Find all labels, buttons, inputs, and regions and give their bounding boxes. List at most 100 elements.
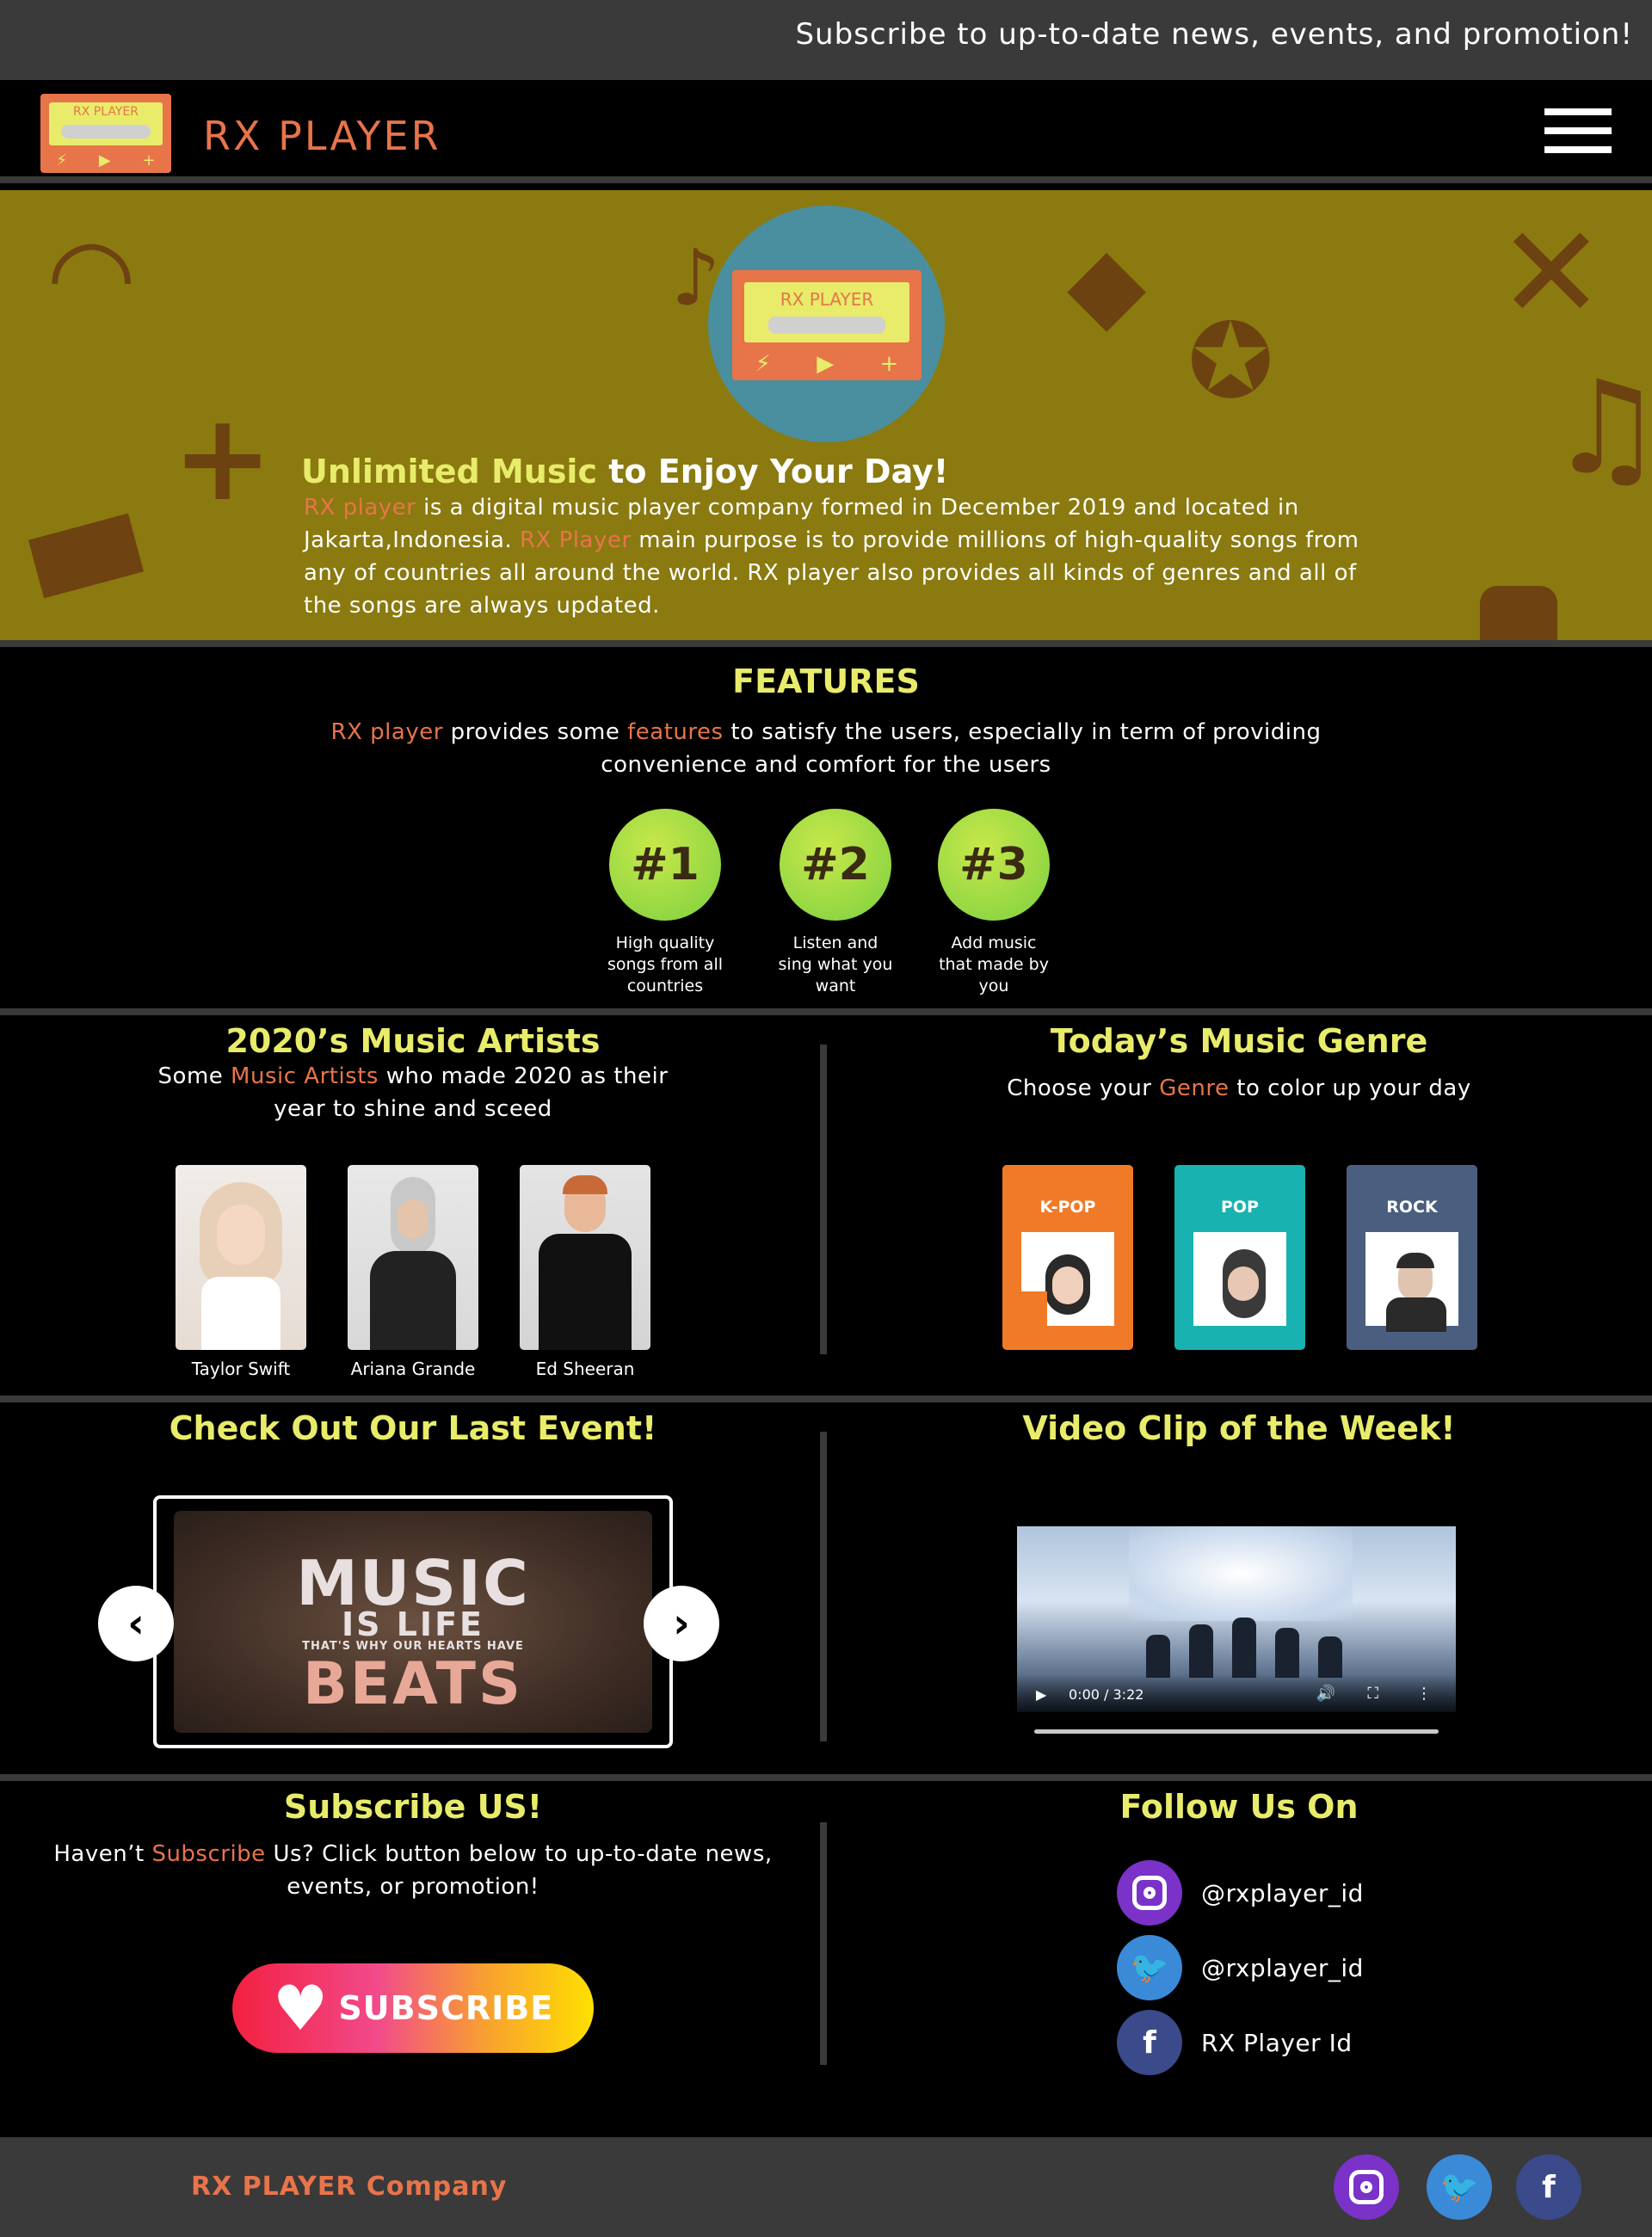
hero-title-rest: to Enjoy Your Day! (597, 453, 949, 490)
feature-caption: Listen and sing what you want (778, 934, 893, 995)
logo-text: RX PLAYER (73, 105, 139, 119)
artist-card[interactable]: Ariana Grande (348, 1165, 478, 1379)
footer-company-name: RX PLAYER Company (191, 2172, 508, 2202)
genre-label: K-POP (1039, 1198, 1096, 1217)
volume-icon[interactable]: 🔊 (1316, 1685, 1335, 1703)
genres-text: Choose your (1007, 1075, 1160, 1101)
subscribe-description: Haven’t Subscribe Us? Click button below… (52, 1838, 774, 1903)
artist-name: Taylor Swift (191, 1359, 291, 1379)
twitter-icon[interactable]: 🐦 (1427, 2154, 1492, 2220)
hamburger-menu-icon[interactable] (1544, 108, 1612, 153)
more-options-icon[interactable]: ⋮ (1416, 1685, 1432, 1703)
features-highlight: RX player (330, 719, 443, 745)
badge-icon: ✪ (1187, 302, 1274, 422)
column-divider (820, 1045, 827, 1354)
social-link-twitter[interactable]: 🐦 @rxplayer_id (1117, 1935, 1364, 2000)
feature-number: #1 (609, 809, 721, 921)
features-title: FEATURES (732, 662, 920, 700)
hero-title-highlight: Unlimited Music (301, 453, 597, 490)
feature-item[interactable]: #1 High quality songs from all countries (605, 809, 725, 997)
subscribe-button[interactable]: ♥ SUBSCRIBE (232, 1963, 594, 2053)
subscribe-highlight: Subscribe (151, 1841, 266, 1867)
feature-item[interactable]: #3 Add music that made by you (934, 809, 1054, 997)
video-title: Video Clip of the Week! (1022, 1409, 1456, 1447)
genre-cover (1193, 1232, 1286, 1326)
feature-caption: Add music that made by you (939, 934, 1049, 995)
social-link-facebook[interactable]: f RX Player Id (1117, 2010, 1353, 2075)
subscribe-banner-text[interactable]: Subscribe to up-to-date news, events, an… (795, 17, 1633, 52)
social-handle: RX Player Id (1201, 2028, 1353, 2057)
hero-brand-highlight: RX Player (519, 527, 632, 553)
heart-icon: ♥ (272, 1972, 329, 2044)
feature-item[interactable]: #2 Listen and sing what you want (775, 809, 896, 997)
instagram-icon (1117, 1860, 1182, 1926)
video-light (1129, 1526, 1353, 1621)
genre-cover (1365, 1232, 1458, 1332)
cassette-logo-icon[interactable]: RX PLAYER ⚡ ▶ + (40, 94, 171, 173)
feature-number: #2 (780, 809, 891, 921)
genres-highlight: Genre (1159, 1075, 1230, 1101)
artists-title: 2020’s Music Artists (225, 1022, 601, 1060)
brand-name[interactable]: RX PLAYER (203, 113, 441, 159)
facebook-icon: f (1117, 2010, 1182, 2075)
site-header: RX PLAYER ⚡ ▶ + RX PLAYER (0, 80, 1652, 183)
fullscreen-icon[interactable]: ⛶ (1367, 1685, 1378, 1703)
artist-name: Ariana Grande (350, 1359, 476, 1379)
column-divider (820, 1822, 827, 2065)
column-divider (820, 1432, 827, 1741)
music-note-icon: ♫ (1549, 354, 1652, 503)
cassette-logo-icon: RX PLAYER ⚡ ▶ + (732, 270, 922, 380)
facebook-icon[interactable]: f (1516, 2154, 1581, 2220)
genre-cover (1021, 1232, 1114, 1326)
instagram-icon[interactable] (1334, 2154, 1399, 2220)
subscribe-text: Haven’t (53, 1841, 152, 1867)
carousel-next-button[interactable]: › (644, 1586, 719, 1661)
social-handle: @rxplayer_id (1201, 1878, 1364, 1907)
feature-number: #3 (938, 809, 1050, 921)
artists-description: Some Music Artists who made 2020 as thei… (138, 1060, 688, 1125)
follow-title: Follow Us On (1119, 1788, 1359, 1826)
artist-photo (348, 1165, 478, 1350)
play-icon[interactable]: ▶ (1036, 1686, 1046, 1703)
event-image-text: IS LIFE (341, 1605, 484, 1643)
chevron-right-icon: › (673, 1599, 690, 1648)
artist-card[interactable]: Taylor Swift (176, 1165, 306, 1379)
genre-card-rock[interactable]: ROCK (1347, 1165, 1477, 1350)
features-text: provides some (442, 719, 628, 745)
carousel-prev-button[interactable]: ‹ (98, 1586, 174, 1661)
event-carousel[interactable]: MUSIC IS LIFE THAT'S WHY OUR HEARTS HAVE… (153, 1495, 673, 1748)
site-footer: RX PLAYER Company 🐦 f (0, 2137, 1652, 2237)
x-icon: ✕ (1497, 199, 1606, 348)
social-link-instagram[interactable]: @rxplayer_id (1117, 1860, 1364, 1926)
subscribe-text: Us? Click button below to up-to-date new… (265, 1841, 773, 1900)
event-image: MUSIC IS LIFE THAT'S WHY OUR HEARTS HAVE… (174, 1511, 652, 1733)
features-highlight: features (627, 719, 724, 745)
feature-caption: High quality songs from all countries (607, 934, 724, 995)
artist-card[interactable]: Ed Sheeran (520, 1165, 650, 1379)
section-divider (0, 640, 1652, 647)
section-divider (0, 1774, 1652, 1781)
shape-icon: ◆ (1067, 225, 1147, 344)
genres-description: Choose your Genre to color up your day (895, 1072, 1583, 1105)
artist-name: Ed Sheeran (535, 1359, 635, 1379)
video-player[interactable]: ▶ 0:00 / 3:22 🔊 ⛶ ⋮ (1017, 1526, 1456, 1712)
video-band-silhouettes (1146, 1618, 1344, 1678)
video-controls: ▶ 0:00 / 3:22 🔊 ⛶ ⋮ (1017, 1674, 1456, 1712)
genre-card-kpop[interactable]: K-POP (1002, 1165, 1133, 1350)
hero-brand-highlight: RX player (304, 495, 416, 521)
event-title: Check Out Our Last Event! (169, 1409, 657, 1447)
genre-card-pop[interactable]: POP (1174, 1165, 1305, 1350)
card-shape (28, 513, 145, 599)
genres-title: Today’s Music Genre (1050, 1022, 1428, 1060)
video-progress-bar[interactable] (1034, 1729, 1439, 1734)
subscribe-title: Subscribe US! (283, 1788, 543, 1826)
twitter-icon: 🐦 (1117, 1935, 1182, 2000)
chevron-left-icon: ‹ (127, 1599, 145, 1648)
hero-logo-circle: RX PLAYER ⚡ ▶ + (708, 206, 945, 442)
hero-description: RX player is a digital music player comp… (304, 491, 1362, 622)
headphones-icon: ◠ (52, 216, 132, 336)
hero-logo-text: RX PLAYER (780, 289, 874, 310)
event-image-text: BEATS (303, 1650, 523, 1718)
hero-title: Unlimited Music to Enjoy Your Day! (301, 453, 948, 490)
social-handle: @rxplayer_id (1201, 1953, 1364, 1982)
